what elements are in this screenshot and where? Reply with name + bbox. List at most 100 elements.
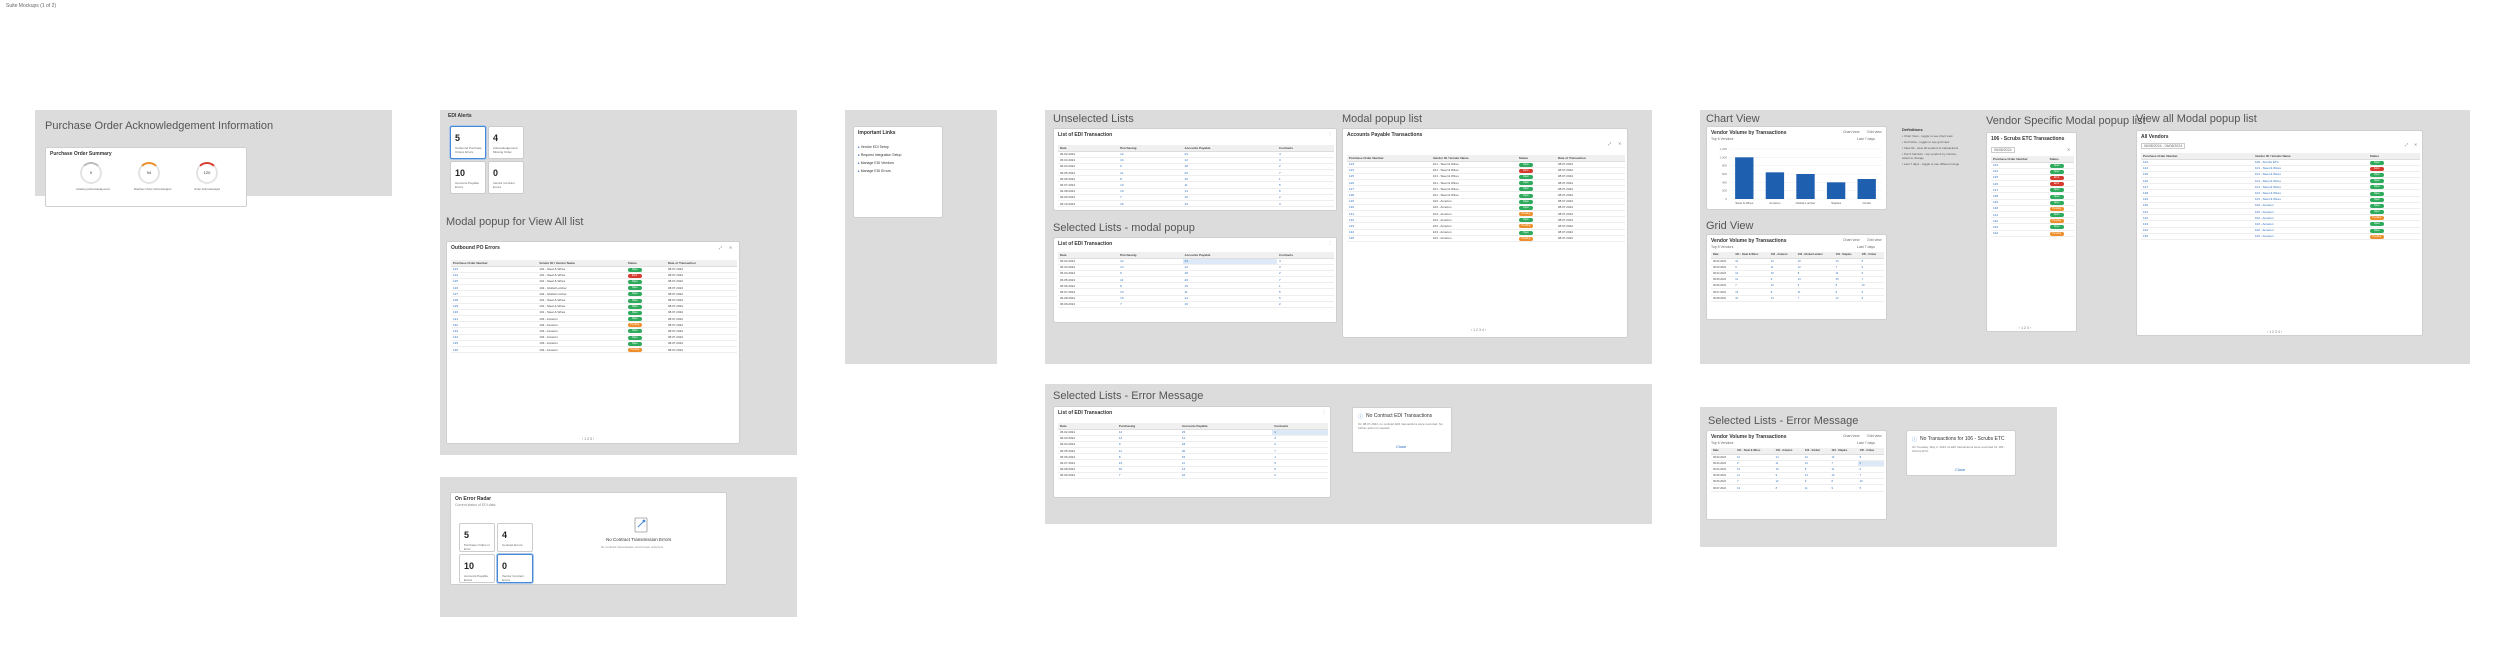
- cell-value[interactable]: 127: [1993, 188, 1998, 192]
- cell-value[interactable]: 11: [1182, 461, 1185, 465]
- cell-value[interactable]: 12: [1119, 430, 1122, 434]
- cell-value[interactable]: 136: [453, 348, 458, 352]
- cell-value[interactable]: 7: [1737, 480, 1738, 483]
- cell-value[interactable]: 102 - Amazon: [2255, 210, 2274, 214]
- cell-value[interactable]: 9: [1735, 266, 1736, 269]
- cell-value[interactable]: 8: [1776, 487, 1777, 490]
- important-link[interactable]: ▸ Request Integration Setup: [858, 153, 901, 157]
- cell-value[interactable]: 132: [453, 323, 458, 327]
- alert-tile[interactable]: 10 Accounts Payable Errors: [459, 554, 495, 583]
- cell-value[interactable]: 13: [1836, 260, 1839, 263]
- cell-value[interactable]: 102 - Amazon: [2255, 222, 2274, 226]
- table-row[interactable]: 134 Pending: [1991, 230, 2074, 237]
- cell-value[interactable]: 9: [1805, 480, 1806, 483]
- cell-value[interactable]: 1: [1279, 284, 1281, 288]
- cell-value[interactable]: 14: [1185, 296, 1188, 300]
- cell-value[interactable]: 10: [1831, 474, 1834, 477]
- cell-value[interactable]: 13: [1805, 474, 1808, 477]
- expand-icon[interactable]: ⤢: [719, 245, 722, 250]
- bar[interactable]: [1765, 172, 1785, 199]
- cell-value[interactable]: 16: [1185, 302, 1188, 306]
- date-range-input[interactable]: 06/08/2024 - 06/08/2024: [2141, 143, 2186, 149]
- cell-value[interactable]: 2: [1279, 302, 1281, 306]
- chart-toggle[interactable]: Chart view: [1843, 238, 1860, 242]
- cell-value[interactable]: 127: [2143, 185, 2148, 189]
- cell-value[interactable]: 126: [1349, 181, 1354, 185]
- cell-value[interactable]: 20: [1185, 278, 1188, 282]
- cell-value[interactable]: 20: [1182, 449, 1185, 453]
- cell-value[interactable]: 102 - Amazon: [2255, 203, 2274, 207]
- cell-value[interactable]: 6: [1860, 468, 1861, 471]
- bar[interactable]: [1826, 182, 1846, 199]
- cell-value[interactable]: 130: [2143, 203, 2148, 207]
- cell-value[interactable]: 130: [1993, 206, 1998, 210]
- cell-value[interactable]: 9: [1737, 462, 1738, 465]
- cell-value[interactable]: 135: [1349, 236, 1354, 240]
- cell-value[interactable]: 102 - Amazon: [2255, 216, 2274, 220]
- bar[interactable]: [1796, 174, 1815, 199]
- cell-value[interactable]: 9: [1862, 297, 1863, 300]
- cell-value[interactable]: 8: [1120, 284, 1122, 288]
- cell-value[interactable]: 131: [1993, 213, 1998, 217]
- pagination[interactable]: ‹ 1 2 3 4 ›: [2267, 330, 2282, 334]
- cell-value[interactable]: 7: [1735, 284, 1736, 287]
- top-vendors-select[interactable]: Top 5 Vendors: [1711, 441, 1733, 445]
- cell-value[interactable]: 11: [1776, 462, 1779, 465]
- cell-value[interactable]: 125: [2143, 172, 2148, 176]
- range-select[interactable]: Last 7 days: [1857, 441, 1875, 445]
- cell-value[interactable]: 5: [1860, 487, 1861, 490]
- cell-value[interactable]: 8: [1805, 468, 1806, 471]
- cell-value[interactable]: 7: [1120, 195, 1122, 199]
- cell-value[interactable]: 127: [1349, 187, 1354, 191]
- cell-value[interactable]: 11: [1771, 266, 1774, 269]
- cell-value[interactable]: 14: [1776, 456, 1779, 459]
- cell-value[interactable]: 13: [1737, 487, 1740, 490]
- table-row[interactable]: 135 103 - Amazon Pending 08.07.2024: [1347, 235, 1625, 242]
- cell-value[interactable]: 23: [1185, 152, 1188, 156]
- alert-tile[interactable]: 5 Outbound Purchase Orders Errors: [450, 126, 486, 159]
- cell-value[interactable]: 2: [1279, 195, 1281, 199]
- cell-value[interactable]: 102 - Amazon: [2255, 228, 2274, 232]
- cell-value[interactable]: 124: [453, 273, 458, 277]
- cell-value[interactable]: 101 - Steel & Wires: [2255, 166, 2281, 170]
- cell-value[interactable]: 129: [1349, 199, 1354, 203]
- grid-toggle[interactable]: Grid view: [1867, 238, 1882, 242]
- cell-value[interactable]: 8: [1120, 177, 1122, 181]
- cell-value[interactable]: 9: [1771, 278, 1772, 281]
- alert-tile[interactable]: 4 Acknowledgement Missing Order: [488, 126, 524, 159]
- more-icon[interactable]: ⋮: [1328, 131, 1332, 136]
- cell-value[interactable]: 14: [1182, 467, 1185, 471]
- table-row[interactable]: 135 102 - Amazon Pending: [2141, 233, 2420, 240]
- more-icon[interactable]: ⋮: [1322, 409, 1326, 414]
- cell-value[interactable]: 133: [453, 329, 458, 333]
- cell-value[interactable]: 6: [1862, 272, 1863, 275]
- cell-value[interactable]: 10: [1735, 297, 1738, 300]
- cell-value[interactable]: 10: [1771, 272, 1774, 275]
- cell-value[interactable]: 1: [1279, 177, 1281, 181]
- cell-value[interactable]: 11: [1119, 449, 1122, 453]
- top-vendors-select[interactable]: Top 5 Vendors: [1711, 137, 1733, 141]
- important-link[interactable]: ▸ Manage EDI Errors: [858, 169, 891, 173]
- cell-value[interactable]: 126: [2143, 179, 2148, 183]
- cell-value[interactable]: 123: [2143, 160, 2148, 164]
- cell-value[interactable]: 132: [1993, 219, 1998, 223]
- pagination[interactable]: ‹ 1 2 3 ›: [2019, 326, 2031, 330]
- cell-value[interactable]: 0: [1860, 462, 1861, 465]
- cell-value[interactable]: 18: [1185, 271, 1188, 275]
- cell-value[interactable]: 7: [1279, 278, 1281, 282]
- cell-value[interactable]: 8: [1798, 272, 1799, 275]
- cell-value[interactable]: 5: [1274, 461, 1276, 465]
- cell-value[interactable]: 14: [1120, 265, 1123, 269]
- cell-value[interactable]: 7: [1120, 302, 1122, 306]
- cell-value[interactable]: 11: [1798, 291, 1801, 294]
- cell-value[interactable]: 133: [2143, 222, 2148, 226]
- cell-value[interactable]: 131: [1349, 212, 1354, 216]
- cell-value[interactable]: 15: [1185, 284, 1188, 288]
- cell-value[interactable]: 11: [1185, 290, 1188, 294]
- cell-value[interactable]: 9: [1776, 474, 1777, 477]
- cell-value[interactable]: 6: [1279, 189, 1281, 193]
- cell-value[interactable]: 132: [2143, 216, 2148, 220]
- cell-value[interactable]: 123: [453, 267, 458, 271]
- cell-value[interactable]: 131: [453, 317, 458, 321]
- cell-value[interactable]: 4: [1279, 152, 1281, 156]
